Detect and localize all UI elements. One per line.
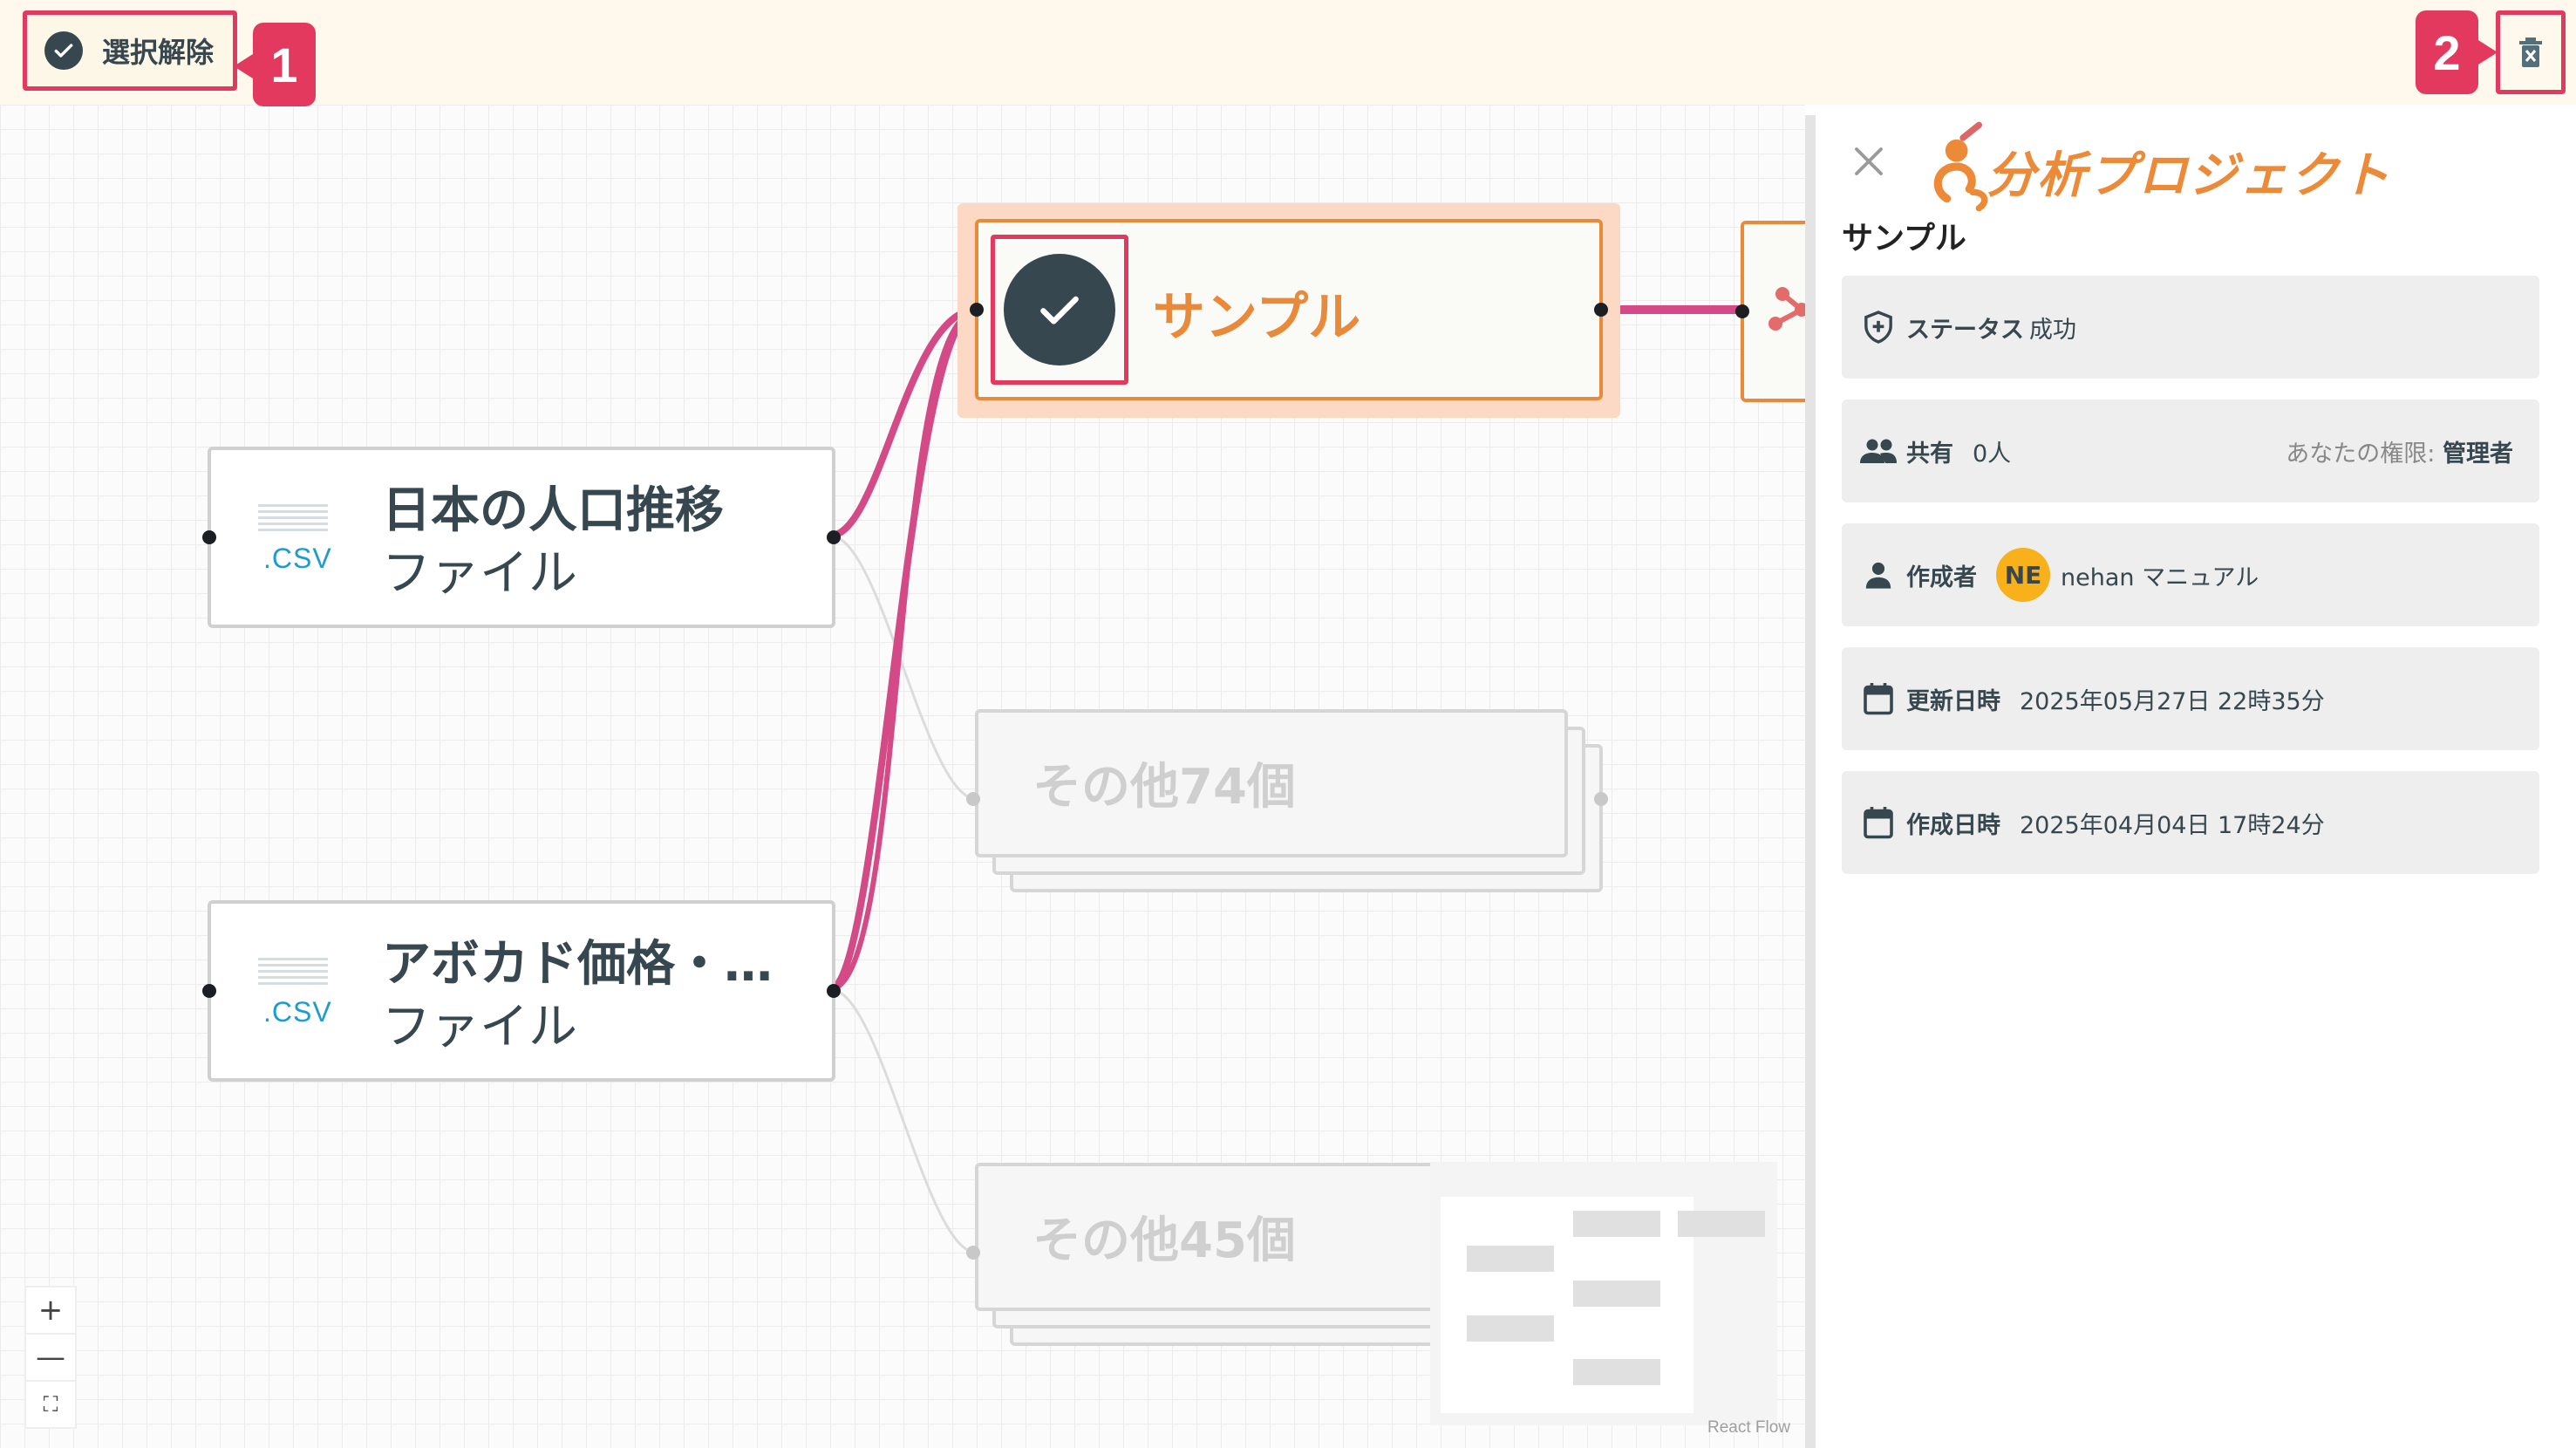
- updated-card: 更新日時 2025年05月27日 22時35分: [1842, 647, 2539, 750]
- delete-button[interactable]: [2496, 10, 2566, 94]
- group-label: その他45個: [1032, 1212, 1296, 1269]
- status-value: 成功: [2029, 316, 2076, 344]
- share-card[interactable]: 共有 0人 あなたの権限: 管理者: [1842, 400, 2539, 502]
- updated-value: 2025年05月27日 22時35分: [2020, 687, 2325, 715]
- zoom-in-button[interactable]: +: [26, 1287, 75, 1335]
- updated-label: 更新日時: [1906, 687, 2000, 715]
- node-select-checkbox[interactable]: [991, 235, 1128, 385]
- permission-info: あなたの権限: 管理者: [2286, 434, 2513, 468]
- permission-value: 管理者: [2443, 440, 2513, 468]
- node-input-handle[interactable]: [1735, 304, 1749, 318]
- zoom-controls: + — ⛶: [24, 1286, 77, 1429]
- minimap-node: [1467, 1246, 1554, 1272]
- project-detail-panel: 分析プロジェクト サンプル ステータス 成功 共有 0人 あなたの権限: 管理者: [1816, 105, 2576, 1448]
- node-subtitle: ファイル: [382, 999, 577, 1055]
- created-label: 作成日時: [1906, 811, 2000, 839]
- callout-badge-2: 2: [2416, 10, 2498, 94]
- react-flow-attribution[interactable]: React Flow: [1707, 1418, 1790, 1438]
- minimap-node: [1467, 1315, 1554, 1342]
- project-title: 分析プロジェクト: [1987, 147, 2391, 204]
- check-circle-icon: [1004, 254, 1115, 365]
- flow-node-sample[interactable]: サンプル: [970, 219, 1608, 400]
- node-type-icon: [1768, 287, 1805, 331]
- status-card: ステータス 成功: [1842, 276, 2539, 379]
- minimap[interactable]: [1430, 1162, 1777, 1425]
- minimap-node: [1573, 1281, 1660, 1307]
- minimap-node: [1573, 1211, 1660, 1237]
- trash-icon: [2519, 38, 2542, 67]
- flow-node-next[interactable]: [1735, 221, 1805, 402]
- selection-toolbar: 選択解除 1 2: [0, 0, 2576, 106]
- deselect-button[interactable]: 選択解除: [23, 10, 237, 91]
- creator-label: 作成者: [1906, 563, 1977, 591]
- csv-icon-label: .CSV: [263, 996, 332, 1028]
- shield-plus-icon: [1859, 308, 1898, 346]
- group-input-handle[interactable]: [966, 1246, 980, 1260]
- flow-node-file[interactable]: .CSV アボカド価格・… ファイル: [202, 900, 841, 1082]
- flow-node-file[interactable]: .CSV 日本の人口推移 ファイル: [202, 447, 841, 628]
- node-input-handle[interactable]: [970, 303, 984, 317]
- edge-population-to-sample: [829, 306, 978, 539]
- node-title: サンプル: [1153, 287, 1361, 348]
- collapsed-group[interactable]: その他74個: [966, 709, 1608, 892]
- edge-avocado-to-group45: [829, 987, 976, 1254]
- csv-file-icon: .CSV: [255, 504, 333, 574]
- zoom-out-button[interactable]: —: [26, 1335, 75, 1382]
- creator-name: nehan マニュアル: [2061, 563, 2259, 591]
- node-output-handle[interactable]: [1594, 303, 1608, 317]
- deselect-label: 選択解除: [102, 36, 215, 69]
- calendar-icon: [1859, 803, 1898, 842]
- node-title: 日本の人口推移: [382, 482, 724, 539]
- check-circle-icon: [44, 31, 83, 70]
- node-subtitle: ファイル: [382, 545, 577, 602]
- calendar-icon: [1859, 680, 1898, 718]
- created-card: 作成日時 2025年04月04日 17時24分: [1842, 771, 2539, 874]
- app-root: 選択解除 1 2 .CSV 日本の人口推移 ファイル .CSV アボカド価格・……: [0, 0, 2576, 1448]
- node-input-handle[interactable]: [202, 530, 216, 544]
- node-output-handle[interactable]: [827, 984, 841, 998]
- group-label: その他74個: [1032, 759, 1296, 816]
- group-input-handle[interactable]: [966, 792, 980, 806]
- close-icon[interactable]: [1850, 143, 1887, 180]
- project-name: サンプル: [1842, 221, 1966, 256]
- creator-card: 作成者 NE nehan マニュアル: [1842, 523, 2539, 626]
- callout-badge-1: 1: [234, 23, 316, 106]
- fit-view-button[interactable]: ⛶: [26, 1382, 75, 1427]
- csv-file-icon: .CSV: [255, 958, 333, 1028]
- group-output-handle[interactable]: [1594, 792, 1608, 806]
- permission-label: あなたの権限:: [2286, 440, 2436, 468]
- share-count: 0人: [1973, 440, 2012, 468]
- share-label: 共有: [1906, 440, 1953, 468]
- panel-resize-handle[interactable]: [1805, 115, 1816, 1448]
- people-icon: [1859, 432, 1898, 470]
- node-input-handle[interactable]: [202, 984, 216, 998]
- status-label: ステータス: [1906, 316, 2024, 344]
- selected-node-highlight: サンプル: [957, 203, 1620, 418]
- csv-icon-label: .CSV: [263, 543, 332, 574]
- minimap-node: [1573, 1359, 1660, 1385]
- minimap-node: [1678, 1211, 1765, 1237]
- node-title: アボカド価格・…: [382, 936, 773, 993]
- avatar: NE: [1996, 548, 2050, 602]
- person-icon: [1859, 556, 1898, 594]
- node-output-handle[interactable]: [827, 530, 841, 544]
- created-value: 2025年04月04日 17時24分: [2020, 811, 2325, 839]
- flow-canvas[interactable]: .CSV 日本の人口推移 ファイル .CSV アボカド価格・… ファイル サンプ…: [0, 105, 1805, 1448]
